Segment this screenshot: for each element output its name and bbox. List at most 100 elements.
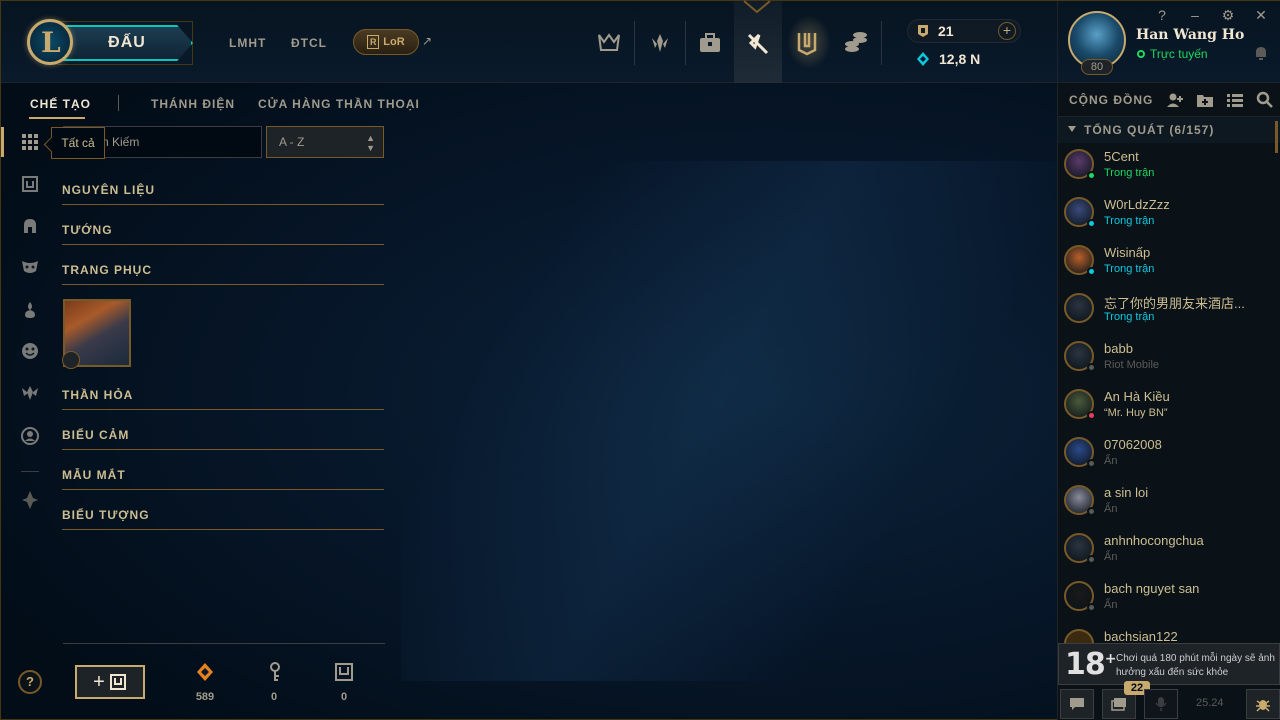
friend-name: bachsian122 [1104, 629, 1178, 643]
friend-name: 忘了你的男朋友来酒店... [1104, 296, 1245, 311]
grid-all-icon[interactable] [19, 131, 41, 153]
chest-filter-icon[interactable] [19, 173, 41, 195]
friend-name: W0rLdzZzz [1104, 197, 1170, 212]
chest-icon [109, 674, 126, 690]
eye-filter-icon[interactable] [19, 382, 41, 404]
friend-row[interactable]: 07062008 Ẩn [1058, 433, 1274, 481]
friend-avatar[interactable] [1064, 293, 1094, 323]
friend-row[interactable]: W0rLdzZzz Trong trận [1058, 193, 1274, 241]
lor-launch-button[interactable]: R LoR [353, 29, 419, 55]
category-eyes[interactable]: MẪU MẮT [62, 468, 384, 490]
chat-button[interactable] [1060, 689, 1094, 719]
nav-dtcl[interactable]: ĐTCL [291, 36, 327, 50]
friend-name: Wisinấp [1104, 245, 1151, 260]
collection-icon[interactable] [692, 25, 728, 61]
skin-rarity-badge-icon [62, 351, 80, 369]
craft-key-button[interactable]: + [75, 665, 145, 699]
friend-status-dot-icon [1087, 171, 1096, 180]
ward-filter-icon[interactable] [19, 299, 41, 321]
friend-status: Trong trận [1104, 263, 1155, 275]
notification-bell-icon[interactable] [1254, 45, 1268, 61]
online-status[interactable]: Trực tuyến [1150, 47, 1208, 61]
friend-group-header[interactable]: TỔNG QUÁT (6/157) [1058, 117, 1280, 143]
friend-row[interactable]: bach nguyet san Ẩn [1058, 577, 1274, 625]
social-panel: CỘNG ĐỒNG TỔNG QUÁT (6/157) 5Cent Trong t… [1057, 83, 1280, 720]
external-link-icon[interactable]: ↗ [422, 34, 432, 48]
clash-icon[interactable] [591, 25, 627, 61]
lor-label: LoR [383, 36, 405, 48]
category-skins[interactable]: TRANG PHỤC [62, 263, 384, 285]
friend-row[interactable]: babb Riot Mobile [1058, 337, 1274, 385]
category-wards[interactable]: THẦN HỎA [62, 388, 384, 410]
category-icons[interactable]: BIỂU TƯỢNG [62, 508, 384, 530]
friend-status-dot-icon [1087, 555, 1096, 564]
tft-icon[interactable] [789, 25, 825, 61]
nav-lmht[interactable]: LMHT [229, 36, 266, 50]
icon-filter-icon[interactable] [19, 425, 41, 447]
blue-essence-icon [917, 52, 929, 66]
client-version: 25.24 [1196, 697, 1224, 709]
chest-count: 0 [340, 691, 348, 703]
loot-icon[interactable] [740, 25, 776, 61]
category-materials[interactable]: NGUYÊN LIỆU [62, 183, 384, 205]
category-emotes[interactable]: BIỂU CẢM [62, 428, 384, 450]
materials-filter-icon[interactable] [19, 489, 41, 511]
level-badge: 80 [1081, 59, 1113, 75]
league-logo-icon[interactable] [27, 19, 73, 65]
friend-row[interactable]: Wisinấp Trong trận [1058, 241, 1274, 289]
friend-status-dot-icon [1087, 459, 1096, 468]
friend-avatar[interactable] [1064, 629, 1094, 643]
rewards-icon[interactable] [642, 25, 678, 61]
friend-status: Ẩn [1104, 503, 1118, 515]
tab-loot[interactable]: CHẾ TẠO [30, 97, 91, 111]
nav-divider [685, 21, 686, 65]
friend-status: “Mr. Huy BN” [1104, 407, 1168, 419]
friend-status: Ẩn [1104, 551, 1118, 563]
add-friend-icon[interactable] [1166, 91, 1184, 109]
friend-status-dot-icon [1087, 507, 1096, 516]
social-bottom-bar: 22 25.24 [1058, 681, 1280, 720]
friend-row[interactable]: anhnhocongchua Ẩn [1058, 529, 1274, 577]
champion-filter-icon[interactable] [19, 215, 41, 237]
emote-filter-icon[interactable] [19, 340, 41, 362]
friend-row[interactable]: a sin loi Ẩn [1058, 481, 1274, 529]
nav-divider [881, 21, 882, 65]
friend-name: anhnhocongchua [1104, 533, 1204, 548]
add-folder-icon[interactable] [1196, 91, 1214, 109]
friend-list-scrollbar[interactable] [1275, 121, 1278, 153]
play-button[interactable]: ĐẤU [61, 25, 193, 61]
help-button[interactable]: ? [18, 670, 42, 694]
filter-tooltip: Tất cả [51, 127, 105, 159]
active-tab-underline [29, 117, 85, 119]
friend-row[interactable]: An Hà Kiều “Mr. Huy BN” [1058, 385, 1274, 433]
skin-filter-icon[interactable] [19, 256, 41, 278]
sort-select[interactable]: A - Z ▲ ▼ [266, 126, 384, 158]
sort-arrows-icon: ▲ ▼ [366, 133, 375, 153]
friend-name: a sin loi [1104, 485, 1149, 500]
summoner-name[interactable]: Han Wang Ho [1136, 27, 1244, 43]
bug-report-button[interactable] [1246, 689, 1280, 719]
list-view-icon[interactable] [1226, 91, 1244, 109]
tab-sanctum[interactable]: THÁNH ĐIỆN [151, 97, 235, 111]
buy-rp-button[interactable]: + [998, 22, 1016, 40]
key-fragment-count: 0 [270, 691, 278, 703]
help-icon[interactable]: ? [1154, 7, 1170, 23]
store-icon[interactable] [838, 25, 874, 61]
tab-mythic-shop[interactable]: CỬA HÀNG THẦN THOẠI [258, 97, 420, 111]
friend-row[interactable]: 5Cent Trong trận [1058, 145, 1274, 193]
social-title: CỘNG ĐỒNG [1069, 93, 1154, 107]
missions-icon [1111, 698, 1126, 711]
chat-icon [1070, 698, 1084, 710]
friend-row-partial[interactable]: bachsian122 [1058, 625, 1274, 643]
social-header: CỘNG ĐỒNG [1058, 83, 1280, 117]
blue-essence-amount: 12,8 N [939, 51, 981, 67]
category-champions[interactable]: TƯỚNG [62, 223, 384, 245]
minimize-icon[interactable]: – [1187, 7, 1203, 23]
voice-button[interactable] [1144, 689, 1178, 719]
age-rating: 18+ [1065, 647, 1116, 682]
settings-gear-icon[interactable]: ⚙ [1220, 7, 1236, 24]
close-icon[interactable]: ✕ [1253, 7, 1269, 24]
search-icon[interactable] [1256, 91, 1274, 109]
friend-status: Riot Mobile [1104, 359, 1160, 371]
friend-row[interactable]: 忘了你的男朋友来酒店... Trong trận [1058, 289, 1274, 337]
